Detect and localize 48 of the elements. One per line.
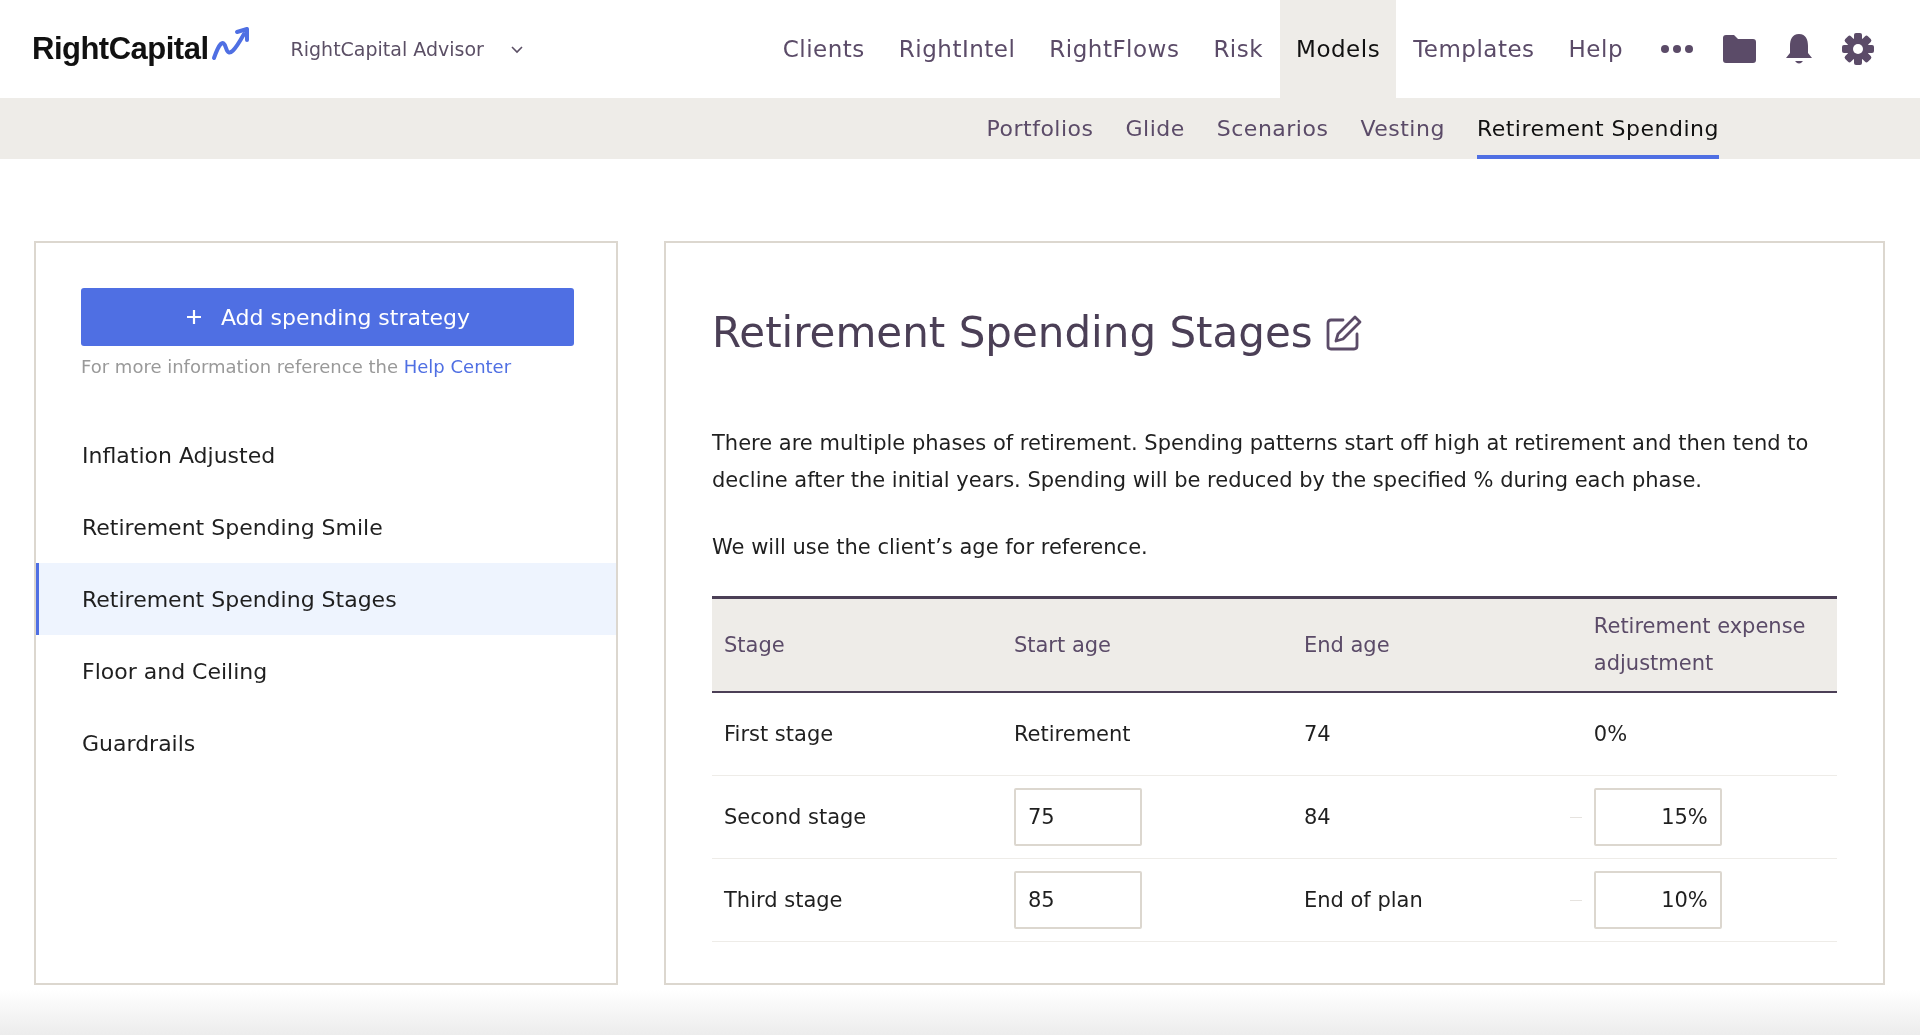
account-dropdown[interactable]: RightCapital Advisor: [290, 34, 524, 64]
subnav-tab[interactable]: Vesting: [1360, 98, 1445, 159]
description-text: There are multiple phases of retirement. Spending patterns start off high at retirement and then tend to decline after the initial years. Spending will be reduced by the specified % during each phase.: [712, 430, 1810, 494]
percent-input[interactable]: 15%: [1593, 788, 1722, 846]
column-header: Stage: [712, 597, 1002, 692]
page-title: Retirement Spending Stages: [712, 308, 1313, 357]
table-cell: Retirement: [1001, 692, 1292, 776]
table-cell: Third stage: [712, 858, 1002, 942]
plus-icon: [184, 308, 203, 326]
nav-tab[interactable]: Help: [1551, 0, 1640, 98]
help-center-link[interactable]: Help Center: [403, 356, 512, 377]
age-input[interactable]: 85: [1013, 871, 1142, 929]
nav-tab[interactable]: Templates: [1396, 0, 1552, 98]
trend-arrow-icon: [210, 26, 251, 62]
table-cell: 84: [1291, 775, 1582, 859]
column-header: Start age: [1001, 597, 1292, 692]
nav-tab[interactable]: Risk: [1196, 0, 1281, 98]
nav-tab[interactable]: RightFlows: [1032, 0, 1197, 98]
percent-input[interactable]: 10%: [1593, 871, 1722, 929]
brand-logo[interactable]: RightCapital: [32, 31, 209, 67]
strategy-item[interactable]: Retirement Spending Smile: [36, 491, 616, 563]
strategy-item[interactable]: Floor and Ceiling: [36, 635, 616, 707]
column-header: Retirement expense adjustment: [1581, 597, 1837, 692]
age-input[interactable]: 75: [1013, 788, 1142, 846]
table-cell: 0%: [1581, 692, 1837, 776]
subnav-tab[interactable]: Retirement Spending: [1476, 98, 1719, 159]
notification-bell-icon[interactable]: [1784, 32, 1814, 66]
strategy-item[interactable]: Guardrails: [36, 707, 616, 779]
table-cell: First stage: [712, 692, 1002, 776]
edit-icon[interactable]: [1324, 313, 1363, 352]
table-cell: 74: [1291, 692, 1582, 776]
description-text: We will use the client’s age for reference.: [712, 534, 1149, 561]
nav-tab[interactable]: RightIntel: [881, 0, 1033, 98]
table-cell: Second stage: [712, 775, 1002, 859]
nav-tab[interactable]: Models: [1280, 0, 1397, 98]
table-cell: End of plan: [1291, 858, 1582, 942]
chevron-down-icon: [509, 44, 524, 54]
help-text: For more information reference the: [81, 356, 398, 377]
add-strategy-button[interactable]: Add spending strategy: [81, 288, 574, 346]
subnav-tab[interactable]: Portfolios: [986, 98, 1094, 159]
subnav-tab[interactable]: Scenarios: [1216, 98, 1329, 159]
strategy-item[interactable]: Retirement Spending Stages: [36, 563, 616, 635]
more-icon[interactable]: [1660, 44, 1694, 54]
subnav-tab[interactable]: Glide: [1125, 98, 1185, 159]
folder-icon[interactable]: [1721, 34, 1757, 64]
strategy-item[interactable]: Inflation Adjusted: [36, 419, 616, 491]
nav-tab[interactable]: Clients: [765, 0, 882, 98]
column-header: End age: [1291, 597, 1582, 692]
